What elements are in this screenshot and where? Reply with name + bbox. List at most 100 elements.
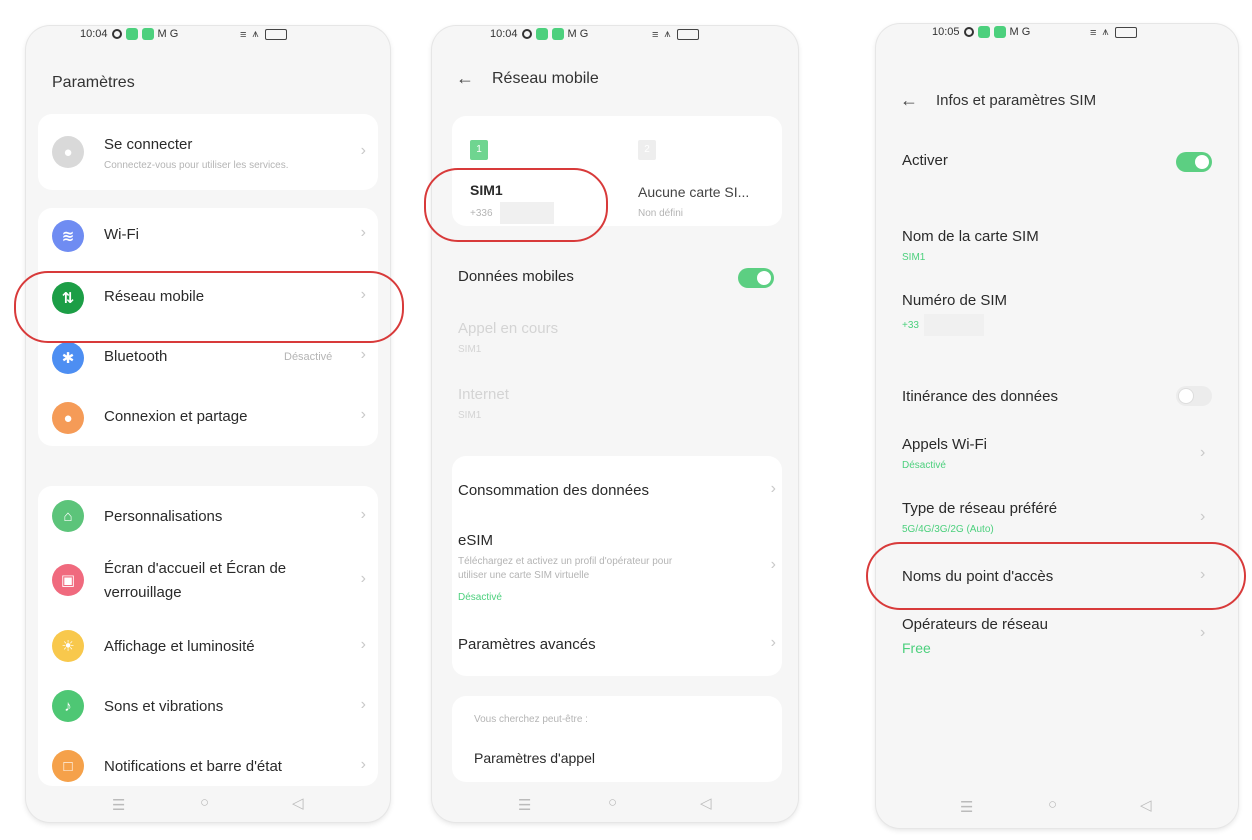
sim-name-value: SIM1 <box>902 252 926 263</box>
sim-name-item[interactable]: Nom de la carte SIM <box>902 228 1039 245</box>
chevron-right-icon: › <box>360 506 366 523</box>
status-icons: ≡ ⩚ <box>652 28 699 41</box>
app-notification-icon <box>535 28 548 40</box>
sim2-name[interactable]: Aucune carte SI... <box>638 184 749 200</box>
app-notification-icon <box>993 26 1006 38</box>
back-arrow-icon[interactable]: ← <box>900 90 918 111</box>
nfc-icon: ≡ <box>1090 26 1097 39</box>
battery-icon <box>1114 27 1137 38</box>
call-in-progress-label[interactable]: Appel en cours <box>458 320 558 337</box>
status-time: 10:05 <box>932 26 960 38</box>
sidebar-item-sounds[interactable]: Sons et vibrations <box>104 698 223 715</box>
nav-home-icon[interactable]: ○ <box>200 794 209 811</box>
mobile-data-label: Données mobiles <box>458 268 574 285</box>
esim-description-line1: Téléchargez et activez un profil d'opéra… <box>458 556 673 567</box>
chevron-right-icon: › <box>360 570 366 587</box>
nav-back-icon[interactable]: ◁ <box>1140 796 1152 814</box>
status-ring-icon <box>111 29 122 39</box>
sidebar-item-notifications[interactable]: Notifications et barre d'état <box>104 758 282 775</box>
data-card: Consommation des données › eSIM Téléchar… <box>452 456 782 676</box>
sidebar-item-wifi[interactable]: Wi-Fi <box>104 226 139 243</box>
bluetooth-icon: ✱ <box>52 342 84 374</box>
highlight-apn <box>866 542 1246 610</box>
chevron-right-icon: › <box>360 696 366 713</box>
sim2-slot-badge: 2 <box>638 140 656 160</box>
page-title: Infos et paramètres SIM <box>936 92 1097 109</box>
wifi-calls-status: Désactivé <box>902 460 946 471</box>
app-notification-icon <box>141 28 154 40</box>
advanced-settings-item[interactable]: Paramètres avancés <box>458 636 596 653</box>
status-time: 10:04 <box>80 28 108 40</box>
nav-back-icon[interactable]: ◁ <box>292 794 304 812</box>
sidebar-item-bluetooth[interactable]: Bluetooth <box>104 348 167 365</box>
back-arrow-icon[interactable]: ← <box>456 68 474 89</box>
bell-icon: ♪ <box>52 690 84 722</box>
status-letters: M G <box>1009 26 1031 38</box>
account-card[interactable]: ● Se connecter Connectez-vous pour utili… <box>38 114 378 190</box>
chevron-right-icon: › <box>360 406 366 423</box>
activate-toggle[interactable] <box>1176 152 1212 172</box>
chevron-right-icon: › <box>360 142 366 159</box>
settings-screen: 10:04 M G ≡ ⩚ Paramètres ● Se connecter … <box>26 26 390 822</box>
chevron-right-icon: › <box>1200 444 1206 461</box>
status-letters: M G <box>567 28 589 40</box>
sun-icon: ☀ <box>52 630 84 662</box>
status-ring-icon <box>521 29 532 39</box>
esim-item[interactable]: eSIM <box>458 532 493 549</box>
wifi-calls-item[interactable]: Appels Wi-Fi <box>902 436 987 453</box>
sim1-slot-badge: 1 <box>470 140 488 160</box>
signal-icon: ⩚ <box>664 28 671 40</box>
redacted-number <box>924 314 984 336</box>
share-icon: ● <box>52 402 84 434</box>
chevron-right-icon: › <box>1200 508 1206 525</box>
esim-status: Désactivé <box>458 592 502 603</box>
sidebar-item-personalization[interactable]: Personnalisations <box>104 508 222 525</box>
status-icons: ≡ ⩚ <box>240 28 287 41</box>
internet-label[interactable]: Internet <box>458 386 509 403</box>
nav-home-icon[interactable]: ○ <box>608 794 617 811</box>
sign-in-sub: Connectez-vous pour utiliser les service… <box>104 160 289 171</box>
sidebar-item-connection-sharing[interactable]: Connexion et partage <box>104 408 247 425</box>
wifi-icon: ≋ <box>52 220 84 252</box>
status-bar: 10:04 M G <box>490 28 588 40</box>
sidebar-item-home-screen[interactable]: Écran d'accueil et Écran de <box>104 560 286 577</box>
network-type-value: 5G/4G/3G/2G (Auto) <box>902 524 994 535</box>
mobile-data-toggle[interactable] <box>738 268 774 288</box>
call-settings-link[interactable]: Paramètres d'appel <box>474 750 595 766</box>
chevron-right-icon: › <box>360 756 366 773</box>
nfc-icon: ≡ <box>240 28 247 41</box>
data-usage-item[interactable]: Consommation des données <box>458 482 649 499</box>
battery-icon <box>676 29 699 40</box>
highlight-sim1 <box>424 168 608 242</box>
internet-sim: SIM1 <box>458 410 482 421</box>
operator-value: Free <box>902 640 931 656</box>
sim-settings-screen: 10:05 M G ≡ ⩚ ← Infos et paramètres SIM … <box>876 24 1238 828</box>
status-time: 10:04 <box>490 28 518 40</box>
network-type-item[interactable]: Type de réseau préféré <box>902 500 1057 517</box>
sim-number-value: +33 <box>902 320 919 331</box>
nav-home-icon[interactable]: ○ <box>1048 796 1057 813</box>
sidebar-item-home-screen-line2: verrouillage <box>104 584 182 601</box>
chevron-right-icon: › <box>770 634 776 651</box>
page-title: Paramètres <box>52 74 135 91</box>
nav-menu-icon[interactable]: ☰ <box>960 798 973 816</box>
roaming-toggle[interactable] <box>1176 386 1212 406</box>
operators-item[interactable]: Opérateurs de réseau <box>902 616 1048 633</box>
app-notification-icon <box>551 28 564 40</box>
chevron-right-icon: › <box>770 480 776 497</box>
mobile-network-screen: 10:04 M G ≡ ⩚ ← Réseau mobile 1 SIM1 +33… <box>432 26 798 822</box>
person-pin-icon: ⌂ <box>52 500 84 532</box>
status-ring-icon <box>963 27 974 37</box>
status-letters: M G <box>157 28 179 40</box>
nav-back-icon[interactable]: ◁ <box>700 794 712 812</box>
personalization-card: ⌂ Personnalisations › ▣ Écran d'accueil … <box>38 486 378 786</box>
nfc-icon: ≡ <box>652 28 659 41</box>
status-bar: 10:05 M G <box>932 26 1030 38</box>
nav-menu-icon[interactable]: ☰ <box>112 796 125 814</box>
sim-number-item[interactable]: Numéro de SIM <box>902 292 1007 309</box>
suggestion-heading: Vous cherchez peut-être : <box>474 714 588 725</box>
bluetooth-status: Désactivé <box>284 351 333 363</box>
page-title: Réseau mobile <box>492 70 599 87</box>
sidebar-item-display[interactable]: Affichage et luminosité <box>104 638 255 655</box>
nav-menu-icon[interactable]: ☰ <box>518 796 531 814</box>
